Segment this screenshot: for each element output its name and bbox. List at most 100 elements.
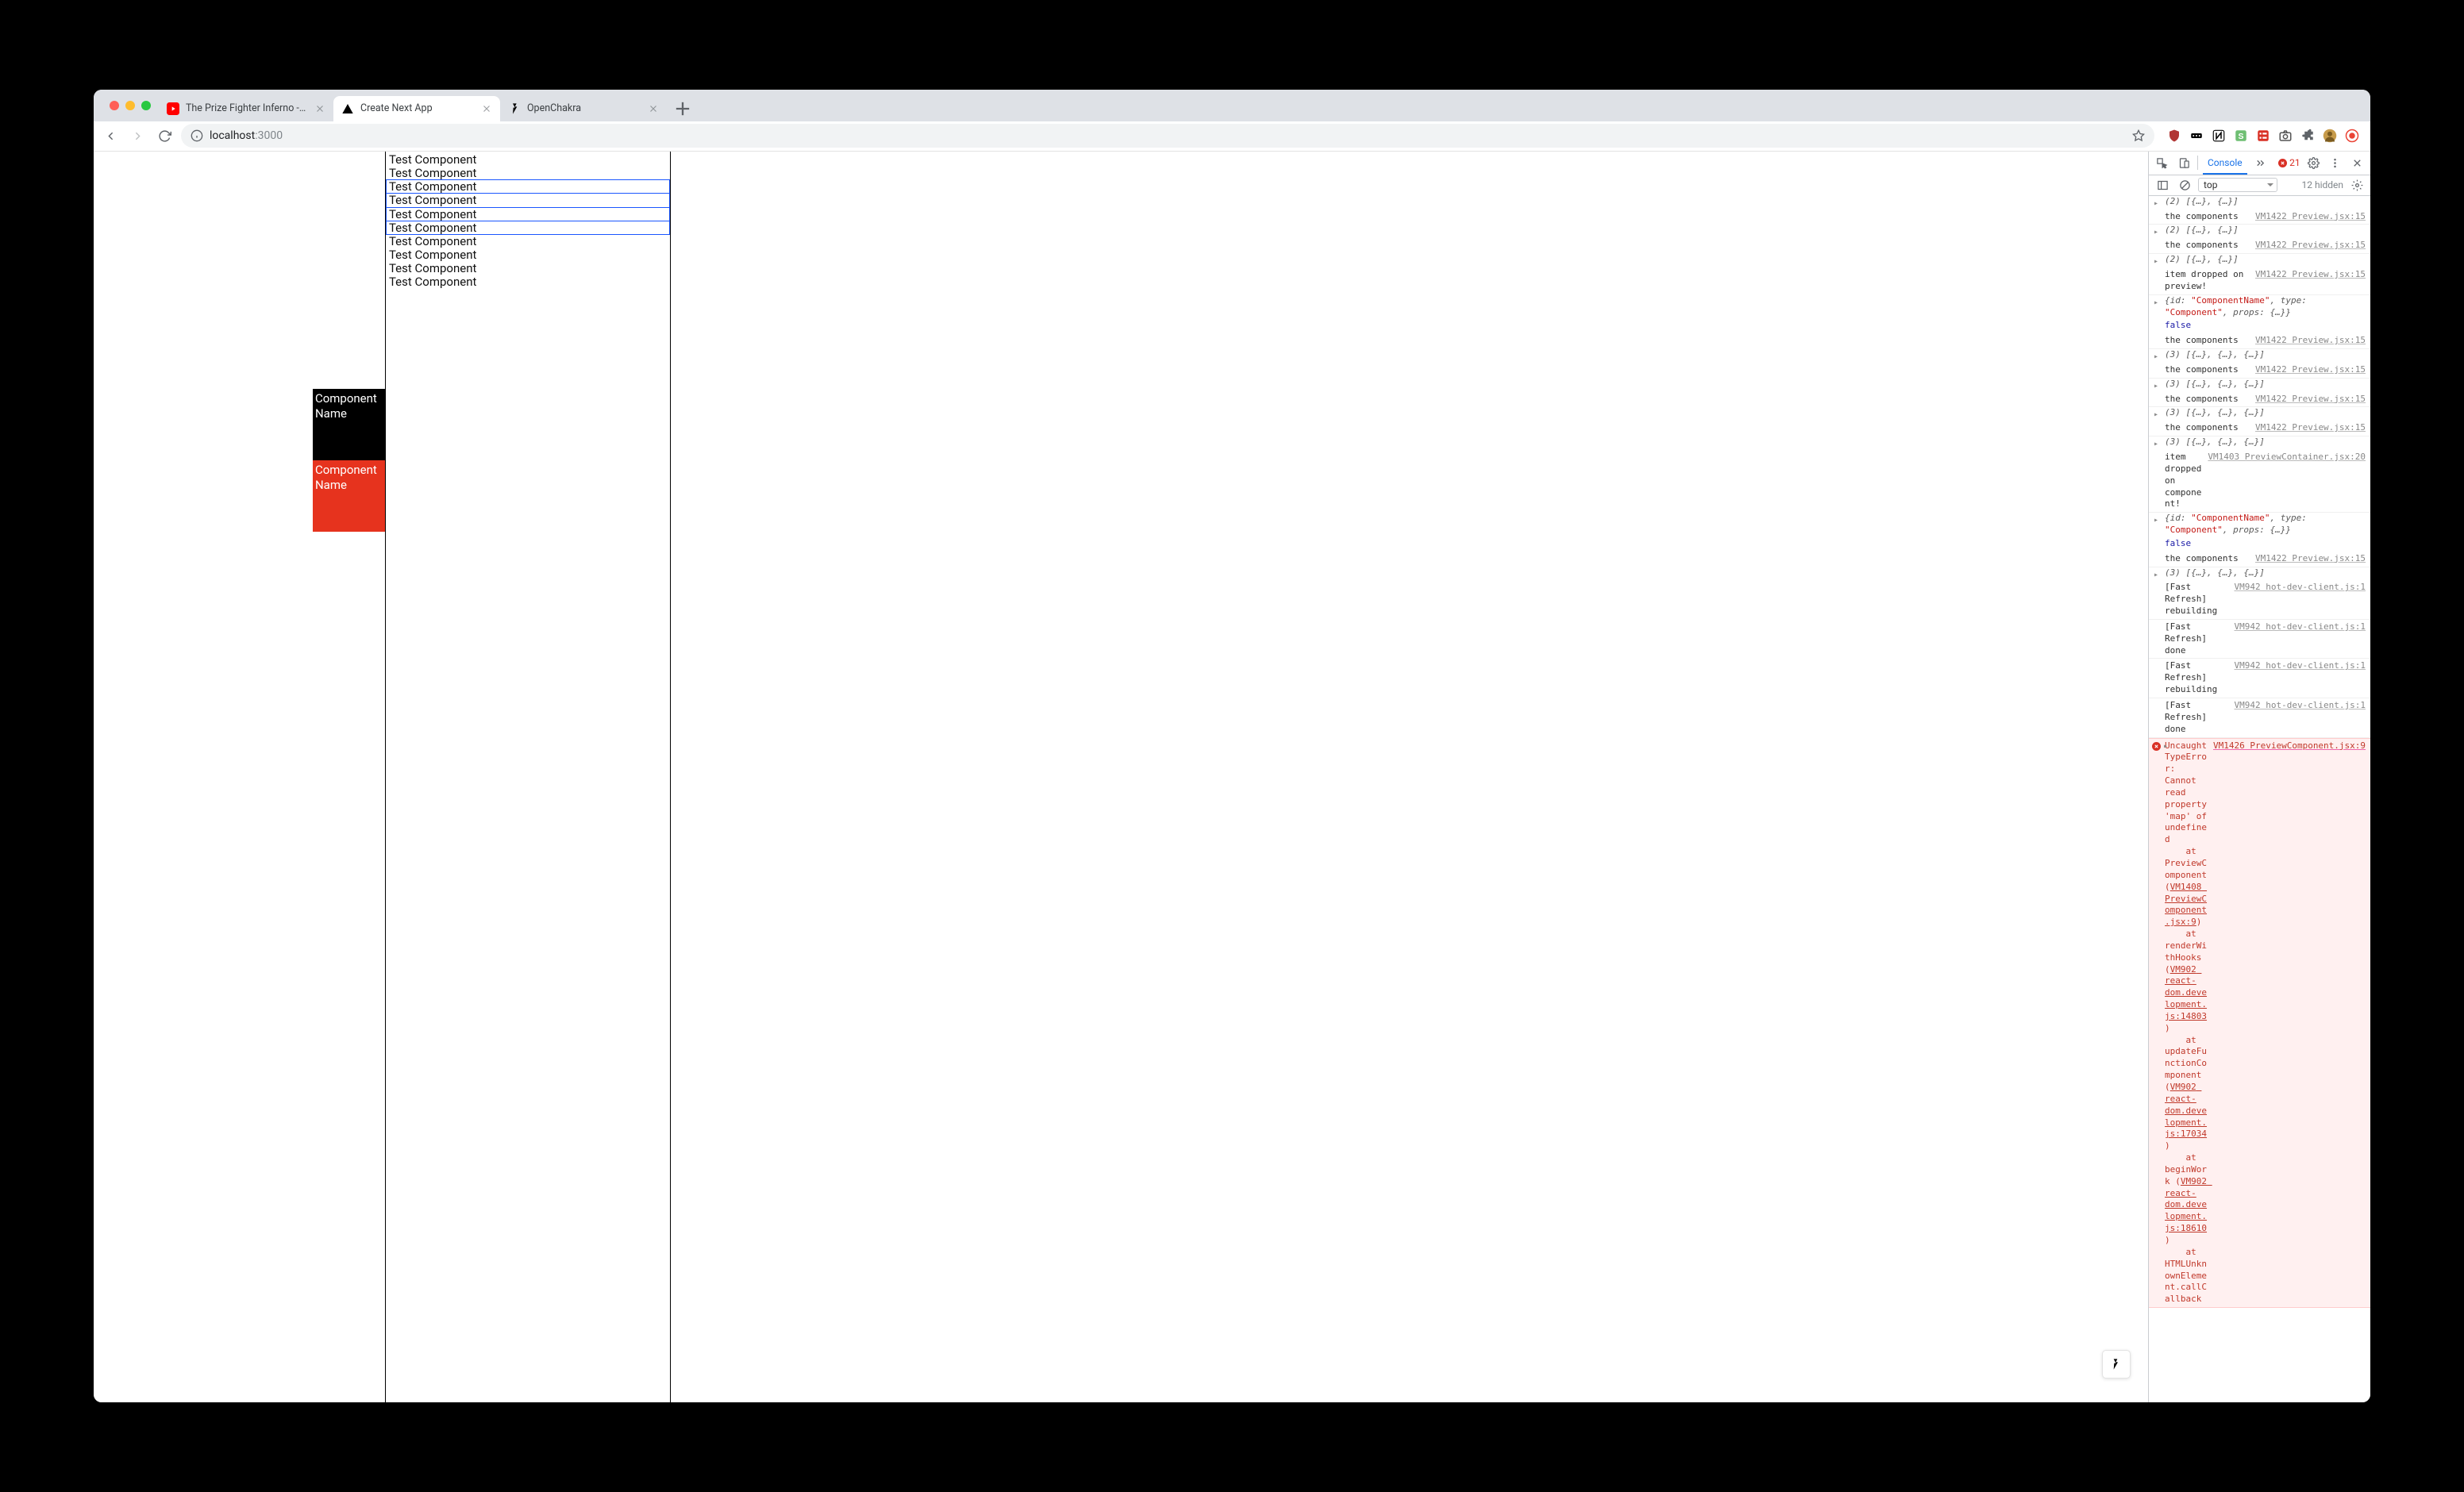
expand-arrow-icon[interactable]: ▸ xyxy=(2154,256,2158,267)
extension-notion-icon[interactable] xyxy=(2212,129,2226,143)
log-source-link[interactable]: VM1422 Preview.jsx:15 xyxy=(2255,211,2366,223)
extension-todo-icon[interactable] xyxy=(2256,129,2270,143)
tab-close-button[interactable] xyxy=(648,103,659,114)
browser-tab[interactable]: OpenChakra xyxy=(500,96,667,121)
preview-component-item[interactable]: Test Component xyxy=(386,234,670,248)
console-log-entry[interactable]: the componentsVM1422 Preview.jsx:15 xyxy=(2149,392,2370,408)
console-log-entry[interactable]: false xyxy=(2149,320,2370,333)
console-log-entry[interactable]: the componentsVM1422 Preview.jsx:15 xyxy=(2149,333,2370,349)
hidden-messages-label[interactable]: 12 hidden xyxy=(2302,179,2344,190)
extension-avatar-icon[interactable] xyxy=(2323,129,2337,143)
log-source-link[interactable]: VM1422 Preview.jsx:15 xyxy=(2255,394,2366,406)
devtools-close-button[interactable] xyxy=(2349,154,2366,171)
component-card[interactable]: Component Name xyxy=(313,460,385,532)
browser-tab[interactable]: The Prize Fighter Inferno - Sta xyxy=(159,96,333,121)
console-log-entry[interactable]: ▸{id: "ComponentName", type: "Component"… xyxy=(2149,295,2370,321)
console-log-entry[interactable]: ▸(3) [{…}, {…}, {…}] xyxy=(2149,407,2370,421)
log-source-link[interactable]: VM942 hot-dev-client.js:1 xyxy=(2234,582,2366,617)
console-log-entry[interactable]: ▸(3) [{…}, {…}, {…}] xyxy=(2149,436,2370,450)
preview-component-item[interactable]: Test Component xyxy=(386,248,670,262)
extension-record-icon[interactable] xyxy=(2345,129,2359,143)
console-sidebar-toggle[interactable] xyxy=(2154,176,2171,194)
log-source-link[interactable]: VM942 hot-dev-client.js:1 xyxy=(2234,621,2366,657)
component-card[interactable]: Component Name xyxy=(313,389,385,460)
console-log-entry[interactable]: ▸(3) [{…}, {…}, {…}] xyxy=(2149,349,2370,363)
console-log-entry[interactable]: ▸(3) [{…}, {…}, {…}] xyxy=(2149,567,2370,581)
console-context-select[interactable]: top xyxy=(2198,178,2277,192)
console-log-entry[interactable]: false xyxy=(2149,538,2370,552)
extension-ublock-icon[interactable] xyxy=(2167,129,2181,143)
preview-component-item[interactable]: Test Component xyxy=(386,261,670,275)
console-log-entry[interactable]: ▸(2) [{…}, {…}] xyxy=(2149,225,2370,238)
window-minimize-button[interactable] xyxy=(125,101,135,110)
expand-arrow-icon[interactable]: ▸ xyxy=(2154,439,2158,450)
expand-arrow-icon[interactable]: ▸ xyxy=(2154,352,2158,363)
console-log-entry[interactable]: the componentsVM1422 Preview.jsx:15 xyxy=(2149,363,2370,379)
expand-arrow-icon[interactable]: ▸ xyxy=(2154,570,2158,581)
console-log-entry[interactable]: ▸(2) [{…}, {…}] xyxy=(2149,254,2370,267)
expand-arrow-icon[interactable]: ▸ xyxy=(2154,381,2158,392)
log-source-link[interactable]: VM1403 PreviewContainer.jsx:20 xyxy=(2208,452,2366,510)
new-tab-button[interactable] xyxy=(672,98,694,120)
devtools-tabs-overflow-button[interactable] xyxy=(2252,154,2269,171)
nav-back-button[interactable] xyxy=(100,125,122,147)
console-settings-button[interactable] xyxy=(2348,176,2366,194)
preview-component-item[interactable]: Test Component xyxy=(386,179,670,194)
preview-component-item[interactable]: Test Component xyxy=(386,275,670,289)
console-log-entry[interactable]: the componentsVM1422 Preview.jsx:15 xyxy=(2149,421,2370,436)
inspect-element-button[interactable] xyxy=(2154,154,2170,171)
console-log-entry[interactable]: the componentsVM1422 Preview.jsx:15 xyxy=(2149,552,2370,567)
extension-lastpass-icon[interactable] xyxy=(2189,129,2204,143)
console-log-entry[interactable]: the componentsVM1422 Preview.jsx:15 xyxy=(2149,210,2370,225)
expand-arrow-icon[interactable]: ▸ xyxy=(2154,515,2158,526)
devtools-settings-button[interactable] xyxy=(2305,154,2322,171)
preview-panel[interactable]: Test ComponentTest ComponentTest Compone… xyxy=(385,152,671,1402)
console-error-entry[interactable]: ▸Uncaught TypeError: Cannot read propert… xyxy=(2149,738,2370,1309)
extension-grammarly-icon[interactable]: S xyxy=(2234,129,2248,143)
nav-reload-button[interactable] xyxy=(154,125,176,147)
extension-puzzle-icon[interactable] xyxy=(2300,129,2315,143)
expand-arrow-icon[interactable]: ▸ xyxy=(2163,741,2168,752)
dev-indicator-button[interactable] xyxy=(2102,1350,2131,1379)
log-source-link[interactable]: VM1422 Preview.jsx:15 xyxy=(2255,335,2366,347)
window-close-button[interactable] xyxy=(110,101,119,110)
browser-tab[interactable]: Create Next App xyxy=(333,96,500,121)
preview-component-item[interactable]: Test Component xyxy=(386,207,670,221)
log-source-link[interactable]: VM1422 Preview.jsx:15 xyxy=(2255,240,2366,252)
console-log-entry[interactable]: the componentsVM1422 Preview.jsx:15 xyxy=(2149,238,2370,254)
expand-arrow-icon[interactable]: ▸ xyxy=(2154,227,2158,238)
preview-component-item[interactable]: Test Component xyxy=(386,193,670,207)
devtools-tab-console[interactable]: Console xyxy=(2203,152,2247,175)
log-source-link[interactable]: VM1426 PreviewComponent.jsx:9 xyxy=(2213,740,2366,1306)
console-log-entry[interactable]: itemdropped on component!VM1403 PreviewC… xyxy=(2149,450,2370,513)
console-log-entry[interactable]: ▸(2) [{…}, {…}] xyxy=(2149,196,2370,210)
console-clear-button[interactable] xyxy=(2176,176,2193,194)
log-source-link[interactable]: VM1422 Preview.jsx:15 xyxy=(2255,553,2366,565)
expand-arrow-icon[interactable]: ▸ xyxy=(2154,410,2158,421)
console-output[interactable]: ▸(2) [{…}, {…}]the componentsVM1422 Prev… xyxy=(2149,196,2370,1402)
log-source-link[interactable]: VM942 hot-dev-client.js:1 xyxy=(2234,660,2366,696)
preview-component-item[interactable]: Test Component xyxy=(386,152,670,167)
preview-component-item[interactable]: Test Component xyxy=(386,221,670,235)
log-source-link[interactable]: VM1422 Preview.jsx:15 xyxy=(2255,269,2366,293)
device-toolbar-button[interactable] xyxy=(2176,154,2193,171)
tab-close-button[interactable] xyxy=(481,103,492,114)
bookmark-star-icon[interactable] xyxy=(2132,129,2145,142)
address-bar[interactable]: localhost:3000 xyxy=(181,124,2154,148)
extension-screenshot-icon[interactable] xyxy=(2278,129,2293,143)
console-log-entry[interactable]: [Fast Refresh] doneVM942 hot-dev-client.… xyxy=(2149,698,2370,738)
console-log-entry[interactable]: [Fast Refresh] rebuildingVM942 hot-dev-c… xyxy=(2149,580,2370,620)
console-log-entry[interactable]: item dropped on preview!VM1422 Preview.j… xyxy=(2149,267,2370,295)
console-log-entry[interactable]: ▸(3) [{…}, {…}, {…}] xyxy=(2149,379,2370,392)
tab-close-button[interactable] xyxy=(314,103,325,114)
nav-forward-button[interactable] xyxy=(127,125,149,147)
log-source-link[interactable]: VM1422 Preview.jsx:15 xyxy=(2255,422,2366,434)
log-source-link[interactable]: VM942 hot-dev-client.js:1 xyxy=(2234,700,2366,736)
expand-arrow-icon[interactable]: ▸ xyxy=(2154,298,2158,309)
expand-arrow-icon[interactable]: ▸ xyxy=(2154,198,2158,210)
console-log-entry[interactable]: [Fast Refresh] doneVM942 hot-dev-client.… xyxy=(2149,620,2370,659)
console-log-entry[interactable]: [Fast Refresh] rebuildingVM942 hot-dev-c… xyxy=(2149,659,2370,698)
site-info-icon[interactable] xyxy=(191,129,203,142)
preview-component-item[interactable]: Test Component xyxy=(386,166,670,180)
window-maximize-button[interactable] xyxy=(141,101,151,110)
